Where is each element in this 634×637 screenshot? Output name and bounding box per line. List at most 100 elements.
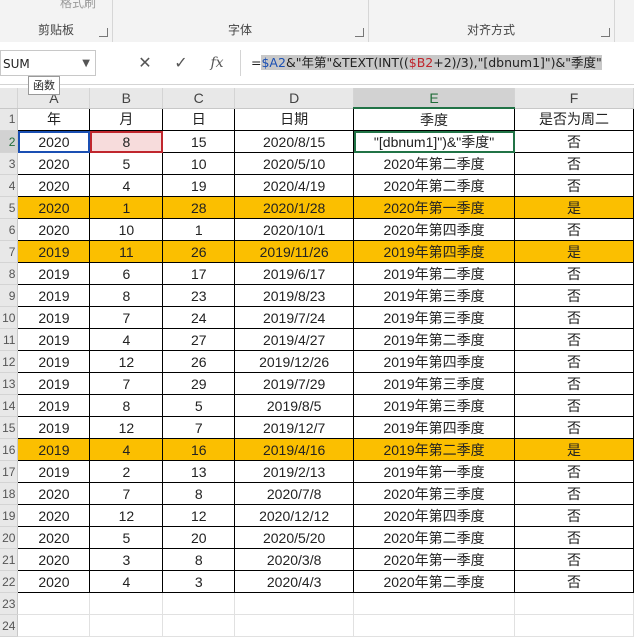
cell-quarter[interactable]: 2019年第三季度: [353, 372, 516, 395]
cell-is-tuesday[interactable]: 否: [514, 130, 634, 153]
row-header[interactable]: 8: [0, 262, 19, 285]
cell-day[interactable]: 19: [162, 174, 236, 197]
row-header[interactable]: 22: [0, 570, 19, 593]
cell-year[interactable]: 2020: [17, 548, 91, 571]
empty-cell[interactable]: [514, 592, 634, 615]
cell-month[interactable]: 4: [89, 438, 164, 461]
header-cell-date[interactable]: 日期: [234, 108, 355, 131]
cell-year[interactable]: 2020: [17, 504, 91, 527]
row-header[interactable]: 17: [0, 460, 19, 483]
row-header[interactable]: 2: [0, 130, 19, 153]
cell-date[interactable]: 2020/8/15: [234, 130, 355, 153]
cell-day[interactable]: 23: [162, 284, 236, 307]
cell-year[interactable]: 2020: [17, 130, 91, 153]
header-cell-day[interactable]: 日: [162, 108, 236, 131]
cell-quarter[interactable]: 2019年第二季度: [353, 438, 516, 461]
empty-cell[interactable]: [17, 592, 91, 615]
row-header[interactable]: 19: [0, 504, 19, 527]
cell-year[interactable]: 2020: [17, 218, 91, 241]
row-header[interactable]: 10: [0, 306, 19, 329]
cell-date[interactable]: 2020/5/10: [234, 152, 355, 175]
empty-cell[interactable]: [234, 614, 355, 637]
row-header[interactable]: 11: [0, 328, 19, 351]
cell-date[interactable]: 2019/7/24: [234, 306, 355, 329]
cell-is-tuesday[interactable]: 否: [514, 284, 634, 307]
cell-date[interactable]: 2020/1/28: [234, 196, 355, 219]
row-header[interactable]: 12: [0, 350, 19, 373]
header-cell-month[interactable]: 月: [89, 108, 164, 131]
cell-quarter[interactable]: 2019年第四季度: [353, 416, 516, 439]
cell-quarter[interactable]: 2020年第四季度: [353, 504, 516, 527]
column-header-c[interactable]: C: [162, 88, 236, 109]
cell-year[interactable]: 2020: [17, 570, 91, 593]
chevron-down-icon[interactable]: ▼: [82, 51, 90, 77]
cell-date[interactable]: 2020/12/12: [234, 504, 355, 527]
cell-is-tuesday[interactable]: 否: [514, 526, 634, 549]
cell-month[interactable]: 3: [89, 548, 164, 571]
cell-date[interactable]: 2020/4/19: [234, 174, 355, 197]
row-header[interactable]: 7: [0, 240, 19, 263]
cell-date[interactable]: 2020/10/1: [234, 218, 355, 241]
cell-date[interactable]: 2019/4/27: [234, 328, 355, 351]
cell-year[interactable]: 2019: [17, 240, 91, 263]
empty-cell[interactable]: [17, 614, 91, 637]
cell-day[interactable]: 27: [162, 328, 236, 351]
cell-date[interactable]: 2019/11/26: [234, 240, 355, 263]
row-header[interactable]: 13: [0, 372, 19, 395]
cell-day[interactable]: 7: [162, 416, 236, 439]
cell-month[interactable]: 12: [89, 416, 164, 439]
empty-cell[interactable]: [353, 592, 516, 615]
cell-year[interactable]: 2019: [17, 394, 91, 417]
cell-year[interactable]: 2020: [17, 174, 91, 197]
cell-date[interactable]: 2020/4/3: [234, 570, 355, 593]
cell-day[interactable]: 8: [162, 548, 236, 571]
cell-quarter[interactable]: 2020年第四季度: [353, 218, 516, 241]
cell-month[interactable]: 5: [89, 152, 164, 175]
cell-is-tuesday[interactable]: 否: [514, 262, 634, 285]
cell-month[interactable]: 6: [89, 262, 164, 285]
cell-day[interactable]: 26: [162, 240, 236, 263]
cell-year[interactable]: 2019: [17, 372, 91, 395]
cell-year[interactable]: 2019: [17, 284, 91, 307]
enter-icon[interactable]: ✓: [166, 50, 196, 76]
row-header[interactable]: 3: [0, 152, 19, 175]
cell-date[interactable]: 2019/7/29: [234, 372, 355, 395]
cell-is-tuesday[interactable]: 否: [514, 504, 634, 527]
row-header[interactable]: 6: [0, 218, 19, 241]
cell-is-tuesday[interactable]: 否: [514, 152, 634, 175]
cell-quarter[interactable]: 2020年第二季度: [353, 152, 516, 175]
cell-quarter[interactable]: 2020年第一季度: [353, 196, 516, 219]
empty-cell[interactable]: [89, 614, 164, 637]
cell-date[interactable]: 2020/5/20: [234, 526, 355, 549]
cell-month[interactable]: 8: [89, 394, 164, 417]
cell-quarter[interactable]: 2020年第二季度: [353, 174, 516, 197]
cell-day[interactable]: 5: [162, 394, 236, 417]
cell-day[interactable]: 29: [162, 372, 236, 395]
cell-date[interactable]: 2020/7/8: [234, 482, 355, 505]
cancel-icon[interactable]: ✕: [130, 50, 160, 76]
cell-year[interactable]: 2020: [17, 526, 91, 549]
cell-is-tuesday[interactable]: 否: [514, 218, 634, 241]
header-cell-year[interactable]: 年: [17, 108, 91, 131]
row-header[interactable]: 15: [0, 416, 19, 439]
cell-month[interactable]: 1: [89, 196, 164, 219]
column-header-f[interactable]: F: [514, 88, 634, 109]
cell-month[interactable]: 12: [89, 350, 164, 373]
cell-day[interactable]: 17: [162, 262, 236, 285]
cell-is-tuesday[interactable]: 否: [514, 570, 634, 593]
cell-date[interactable]: 2019/6/17: [234, 262, 355, 285]
cell-day[interactable]: 13: [162, 460, 236, 483]
empty-cell[interactable]: [353, 614, 516, 637]
cell-month[interactable]: 10: [89, 218, 164, 241]
empty-cell[interactable]: [234, 592, 355, 615]
cell-year[interactable]: 2019: [17, 328, 91, 351]
cell-month[interactable]: 11: [89, 240, 164, 263]
row-header[interactable]: 20: [0, 526, 19, 549]
empty-cell[interactable]: [89, 592, 164, 615]
column-header-e[interactable]: E: [353, 88, 516, 109]
cell-quarter[interactable]: 2019年第四季度: [353, 240, 516, 263]
cell-quarter[interactable]: 2019年第三季度: [353, 306, 516, 329]
cell-quarter[interactable]: 2019年第二季度: [353, 328, 516, 351]
cell-month[interactable]: 8: [89, 284, 164, 307]
cell-is-tuesday[interactable]: 否: [514, 416, 634, 439]
